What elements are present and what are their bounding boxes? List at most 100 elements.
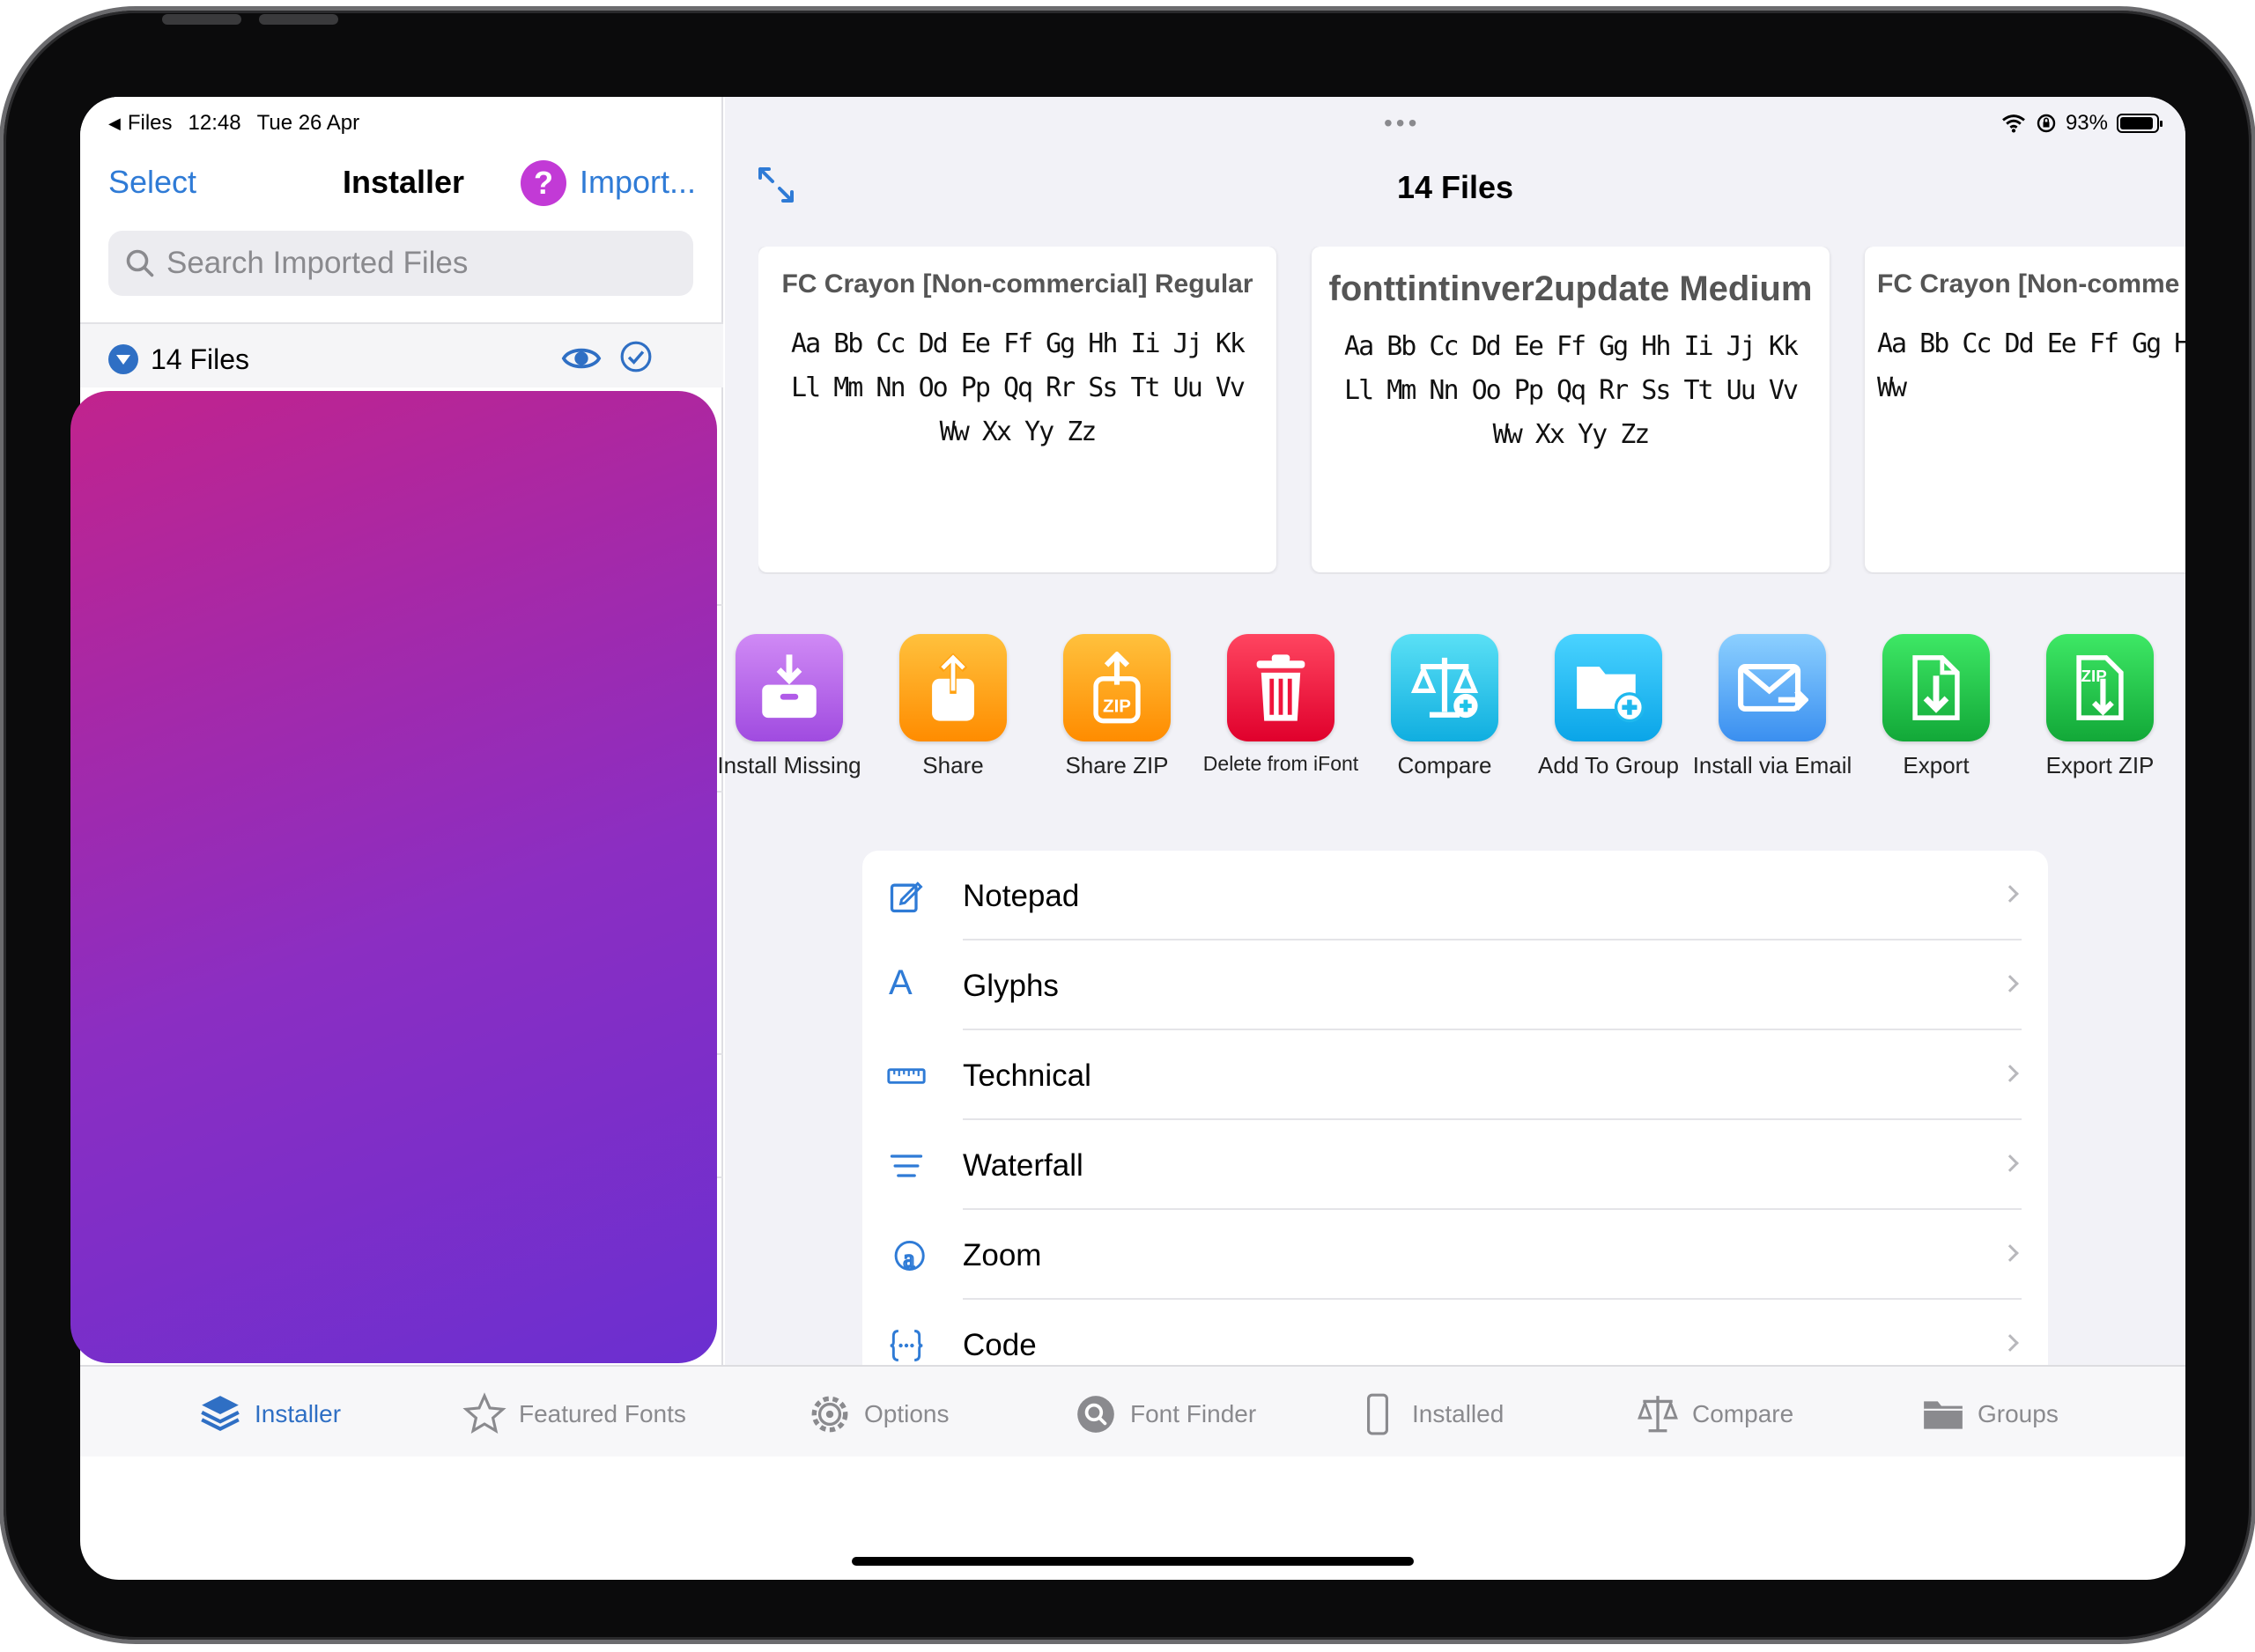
card-title: FC Crayon [Non-commercial] Regular bbox=[781, 269, 1253, 299]
scales-icon bbox=[1638, 1396, 1678, 1433]
trash-icon bbox=[1227, 634, 1335, 741]
font-preview-card[interactable]: FC Crayon [Non-commercial] Regular Aa Bb… bbox=[758, 247, 1276, 572]
home-indicator[interactable] bbox=[852, 1557, 1414, 1566]
list-item[interactable]: FC Iconic SemiBold 15 Jun BE 2564 09:48 … bbox=[108, 1055, 723, 1178]
menu-label: Glyphs bbox=[963, 969, 1059, 1003]
install-missing-icon bbox=[736, 634, 843, 741]
notepad-icon bbox=[890, 881, 923, 913]
gear-icon bbox=[811, 1396, 848, 1433]
menu-label: Notepad bbox=[963, 879, 1080, 913]
tab-label: Groups bbox=[1978, 1400, 2059, 1427]
share-zip-button[interactable]: ZIP Share ZIP bbox=[1035, 634, 1199, 779]
tab-installer[interactable]: Installer bbox=[198, 1390, 341, 1439]
folder-icon bbox=[1924, 1401, 1963, 1429]
tab-options[interactable]: Options bbox=[808, 1390, 950, 1439]
font-preview-card[interactable]: FC Crayon [Non-comme Aa Bb Cc Dd Ee Ff G… bbox=[1865, 247, 2185, 572]
import-date: Today 09:49 bbox=[108, 1007, 224, 1031]
back-app-link[interactable]: Files bbox=[128, 111, 173, 136]
action-label: Install Missing bbox=[717, 752, 861, 778]
multitasking-dots-icon[interactable]: ••• bbox=[1384, 109, 1420, 137]
tab-label: Installer bbox=[255, 1400, 342, 1427]
chevron-right-icon[interactable] bbox=[669, 915, 687, 933]
folder-add-icon bbox=[1555, 634, 1662, 741]
compare-button[interactable]: Compare bbox=[1363, 634, 1527, 779]
install-button[interactable]: INSTALL bbox=[462, 896, 640, 951]
back-triangle-icon[interactable]: ◀ bbox=[108, 114, 121, 133]
export-zip-button[interactable]: ZIP Export ZIP bbox=[2018, 634, 2182, 779]
list-item[interactable]: FC Crayon [Non-commercial] Regular Today… bbox=[108, 387, 723, 636]
tab-label: Featured Fonts bbox=[519, 1400, 686, 1427]
status-bar-right: 93% bbox=[2000, 106, 2163, 141]
list-item[interactable]: FC Crayon [Non-commercial] Regular Today… bbox=[108, 793, 723, 1055]
import-date: 15 Jun BE 2564 09:48 bbox=[108, 1129, 318, 1153]
tab-label: Compare bbox=[1692, 1400, 1794, 1427]
install-button[interactable]: INSTALL bbox=[462, 477, 640, 532]
tab-compare[interactable]: Compare bbox=[1636, 1390, 1793, 1439]
search-icon bbox=[126, 249, 154, 277]
navigation-bar: Select Installer ? Import... bbox=[80, 155, 723, 217]
volume-button bbox=[162, 14, 241, 25]
menu-item-technical[interactable]: Technical bbox=[862, 1030, 2048, 1120]
tab-label: Options bbox=[864, 1400, 950, 1427]
status-bar-left: ◀ Files 12:48 Tue 26 Apr bbox=[108, 106, 359, 141]
help-icon[interactable]: ? bbox=[521, 160, 566, 206]
menu-label: Code bbox=[963, 1328, 1037, 1362]
chevron-right-icon[interactable] bbox=[669, 693, 687, 711]
tab-installed[interactable]: Installed bbox=[1356, 1390, 1504, 1439]
tab-bar: Installer Featured Fonts Options Font Fi… bbox=[80, 1365, 2185, 1457]
chevron-right-icon[interactable] bbox=[669, 1234, 687, 1251]
search-input[interactable] bbox=[166, 246, 660, 281]
share-button[interactable]: Share bbox=[871, 634, 1035, 779]
action-label: Export ZIP bbox=[2045, 752, 2155, 778]
installed-badge: INSTALLED bbox=[462, 1092, 640, 1147]
import-button[interactable]: Import... bbox=[580, 164, 696, 201]
install-button[interactable]: INSTALL bbox=[462, 675, 640, 729]
eye-icon[interactable] bbox=[561, 338, 602, 379]
tab-label: Font Finder bbox=[1130, 1400, 1257, 1427]
code-icon bbox=[890, 1330, 923, 1361]
menu-item-code[interactable]: Code bbox=[862, 1300, 2048, 1365]
share-icon bbox=[899, 634, 1007, 741]
action-label: Compare bbox=[1397, 752, 1492, 778]
tab-groups[interactable]: Groups bbox=[1921, 1390, 2059, 1439]
screen: ◀ Files 12:48 Tue 26 Apr Select Installe… bbox=[80, 97, 2185, 1580]
import-date: Today 12:47 bbox=[108, 567, 224, 591]
delete-button[interactable]: Delete from iFont bbox=[1199, 634, 1363, 776]
font-preview-carousel[interactable]: FC Crayon [Non-commercial] Regular Aa Bb… bbox=[758, 247, 2185, 574]
menu-item-notepad[interactable]: Notepad bbox=[862, 851, 2048, 940]
import-date: Today 11:36 bbox=[108, 752, 222, 776]
menu-item-glyphs[interactable]: A Glyphs bbox=[862, 940, 2048, 1030]
card-title: fonttintinver2update Medium bbox=[1328, 269, 1813, 308]
export-button[interactable]: Export bbox=[1854, 634, 2018, 779]
files-section-header: 14 Files bbox=[80, 322, 723, 387]
menu-label: Zoom bbox=[963, 1238, 1042, 1272]
menu-item-waterfall[interactable]: Waterfall bbox=[862, 1120, 2048, 1210]
font-preview-card[interactable]: fonttintinver2update Medium Aa Bb Cc Dd … bbox=[1312, 247, 1830, 572]
install-via-email-button[interactable]: Install via Email bbox=[1690, 634, 1854, 779]
waterfall-icon bbox=[890, 1154, 923, 1177]
phone-icon bbox=[1367, 1393, 1388, 1435]
select-all-check-icon[interactable] bbox=[619, 340, 653, 373]
installed-badge: INSTALLED bbox=[462, 1215, 640, 1270]
select-button[interactable]: Select bbox=[108, 164, 196, 201]
installer-sidebar: ◀ Files 12:48 Tue 26 Apr Select Installe… bbox=[80, 97, 723, 1365]
list-item[interactable]: fonttintinver2update Medium Today 11:36 … bbox=[108, 606, 723, 793]
detail-pane: ••• 93% 14 Files FC Crayon [Non-commerci… bbox=[717, 97, 2185, 1365]
export-icon bbox=[1882, 634, 1990, 741]
install-missing-button[interactable]: Install Missing bbox=[707, 634, 871, 779]
installer-icon bbox=[201, 1396, 240, 1431]
collapse-chevron-icon[interactable] bbox=[108, 344, 138, 374]
chevron-right-icon bbox=[2001, 975, 2019, 992]
add-to-group-button[interactable]: Add To Group bbox=[1527, 634, 1690, 779]
chevron-right-icon[interactable] bbox=[669, 496, 687, 513]
search-bar[interactable] bbox=[108, 231, 693, 296]
tab-featured-fonts[interactable]: Featured Fonts bbox=[462, 1390, 686, 1439]
card-sample: Aa Bb Cc Dd Ee Ff Gg Hh Ii Jj Qq Rr Ss T… bbox=[1877, 328, 2185, 403]
tab-font-finder[interactable]: Font Finder bbox=[1074, 1390, 1256, 1439]
list-item[interactable]: FC Iconic Regular 15 Jun BE 2564 09:48 I… bbox=[108, 1178, 723, 1302]
font-name: FC Iconic SemiBold bbox=[108, 1081, 373, 1113]
action-label: Delete from iFont bbox=[1202, 752, 1359, 775]
chevron-right-icon bbox=[2001, 1065, 2019, 1082]
chevron-right-icon[interactable] bbox=[669, 1110, 687, 1128]
menu-item-zoom[interactable]: a Zoom bbox=[862, 1210, 2048, 1300]
